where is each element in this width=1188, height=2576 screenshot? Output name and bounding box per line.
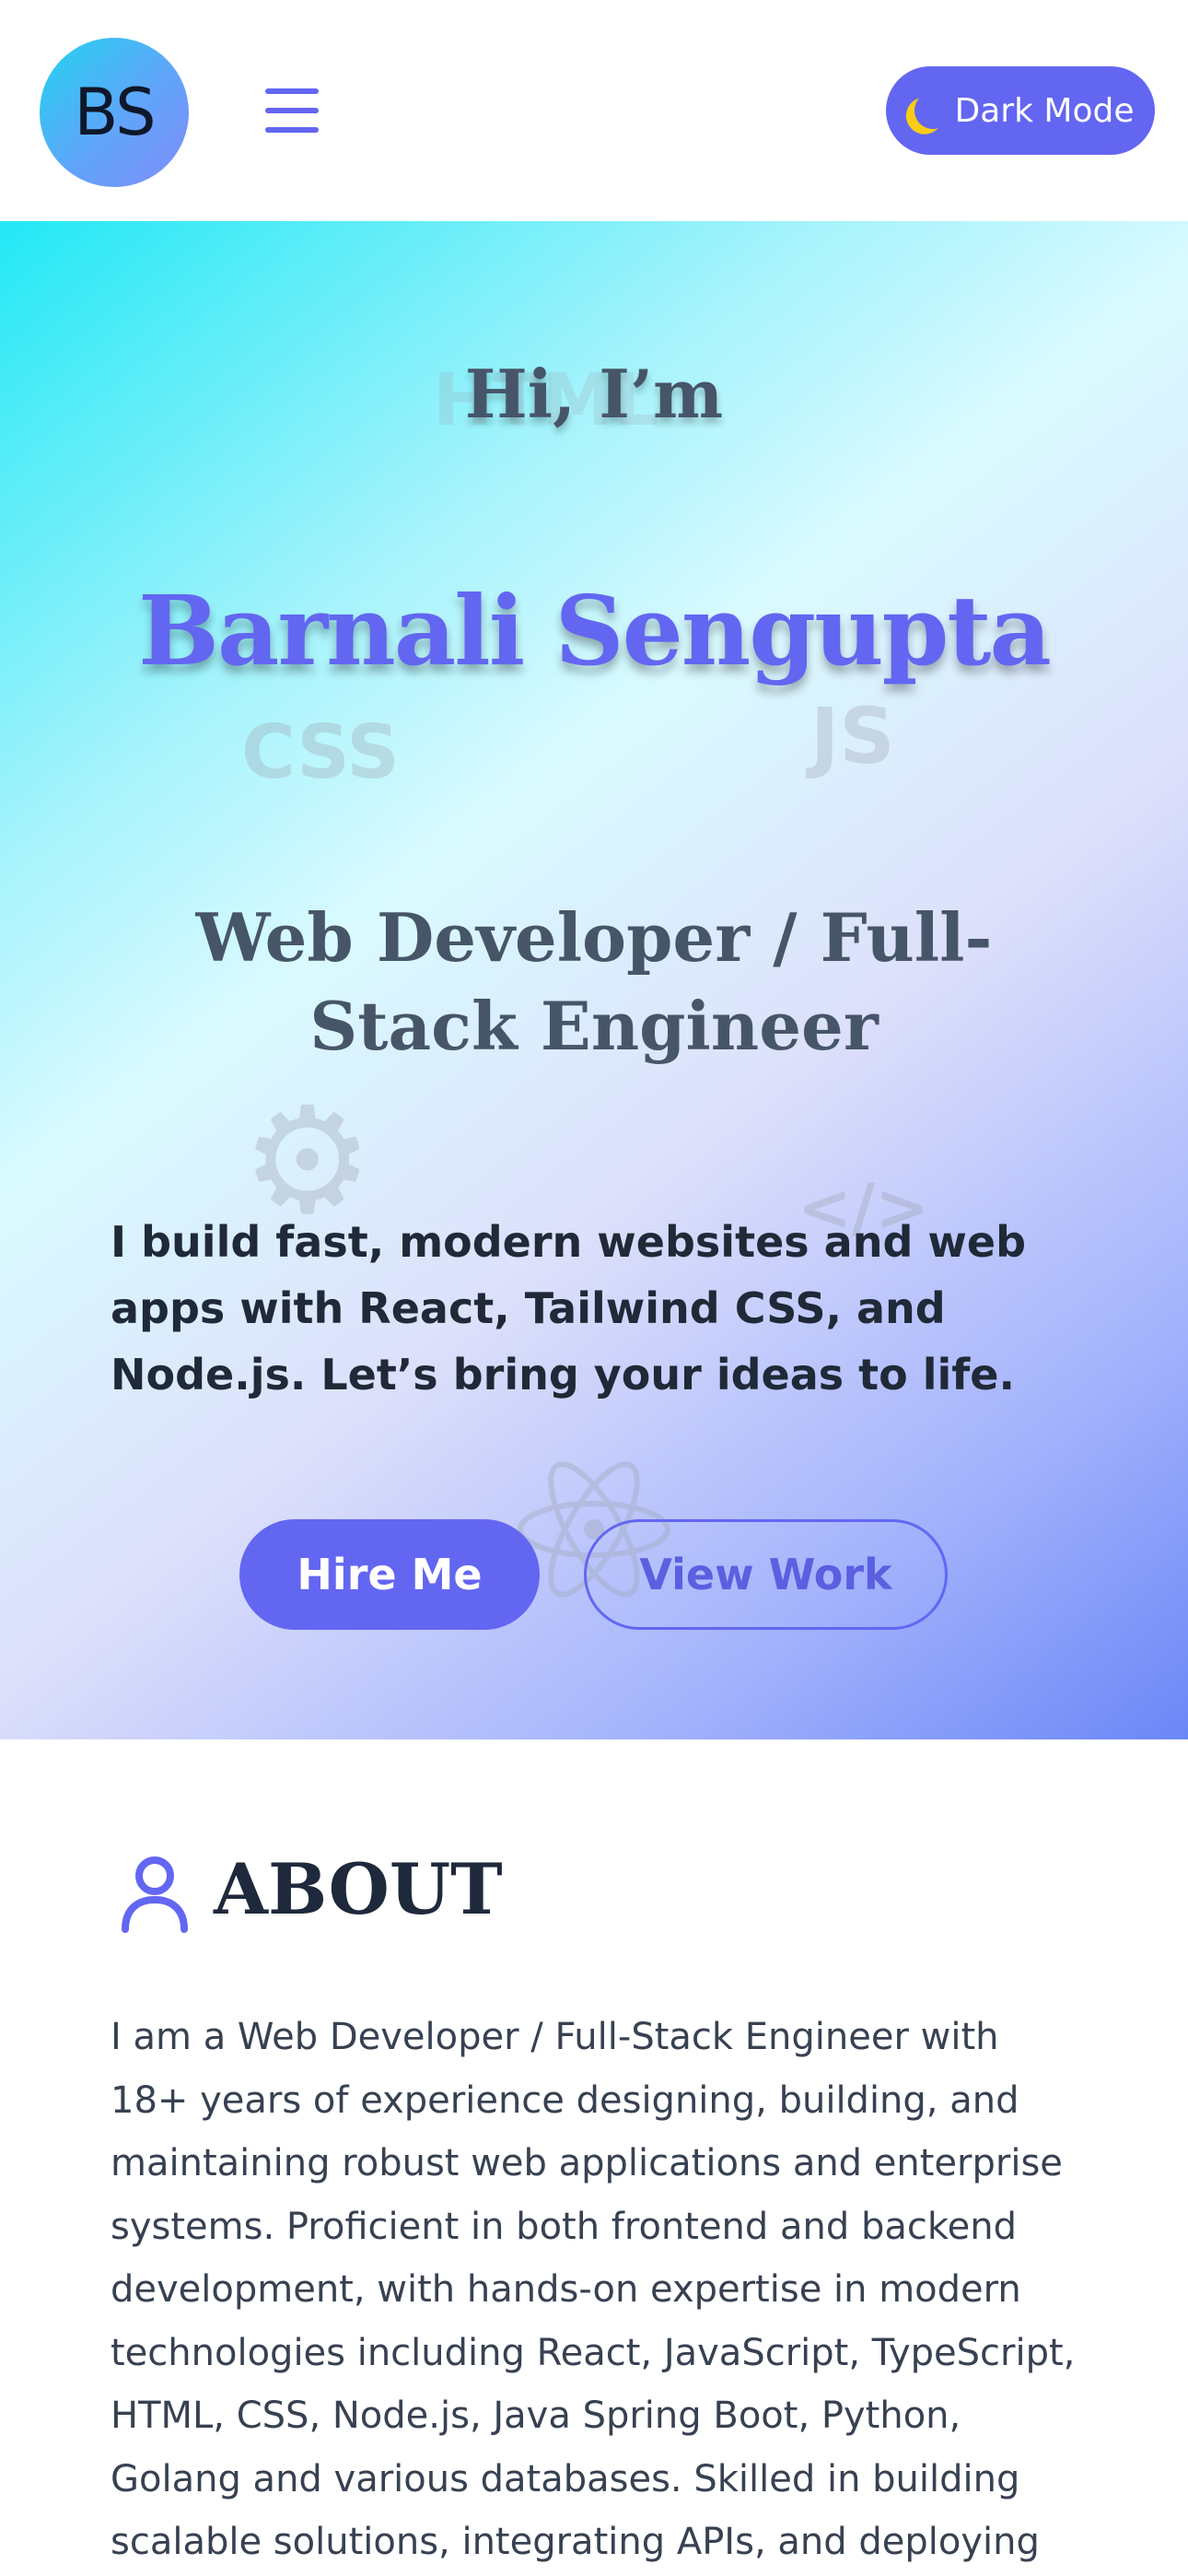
- moon-icon: [911, 89, 953, 132]
- hero-description: I build fast, modern websites and web ap…: [111, 1217, 1027, 1399]
- hire-me-button[interactable]: Hire Me: [239, 1519, 540, 1630]
- js-watermark: JS: [810, 691, 895, 781]
- logo-initials: BS: [74, 75, 156, 150]
- logo-avatar[interactable]: BS: [40, 38, 189, 187]
- hero-name: Barnali Sengupta: [138, 574, 1052, 687]
- about-heading: ABOUT: [214, 1848, 503, 1930]
- site-header: BS Dark Mode: [0, 0, 1188, 221]
- user-icon: [122, 1856, 188, 1933]
- hero-section: HTML CSS JS ⚙ </> Hi, I’m Barnali Sengup…: [0, 221, 1188, 1739]
- about-section: ABOUT I am a Web Developer / Full-Stack …: [0, 1739, 1188, 2576]
- about-text: I am a Web Developer / Full-Stack Engine…: [111, 2016, 1076, 2563]
- hamburger-menu-icon[interactable]: [265, 88, 319, 135]
- dark-mode-label: Dark Mode: [954, 91, 1135, 130]
- css-watermark: CSS: [241, 709, 400, 795]
- hero-greeting: Hi, I’m: [464, 355, 724, 433]
- dark-mode-toggle-button[interactable]: Dark Mode: [886, 66, 1155, 155]
- hero-role: Web Developer / Full-Stack Engineer: [195, 898, 993, 1065]
- view-work-button[interactable]: View Work: [584, 1519, 948, 1630]
